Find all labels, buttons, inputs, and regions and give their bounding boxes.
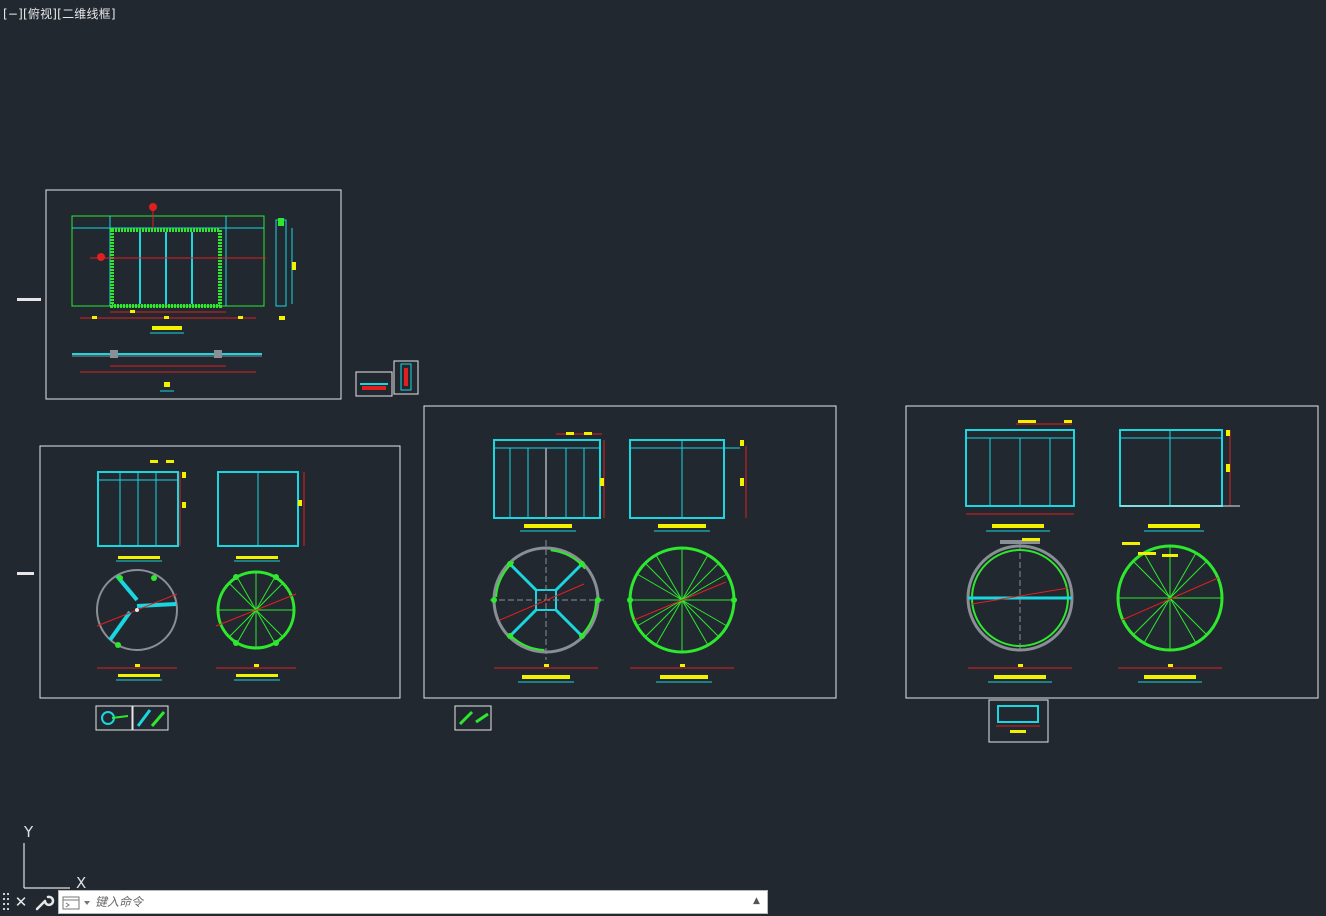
drawing-sheet-3 <box>423 405 837 699</box>
command-line-bar: ✕ ▲ <box>0 888 768 916</box>
ucs-y-label: Y <box>24 823 34 841</box>
ucs-axes-icon <box>23 843 70 889</box>
grip-handle-icon[interactable] <box>2 891 10 913</box>
expand-up-icon[interactable]: ▲ <box>753 896 763 908</box>
block-thumbnail-2[interactable] <box>393 360 419 395</box>
close-icon[interactable]: ✕ <box>12 892 30 912</box>
block-thumbnail-4[interactable] <box>132 705 169 731</box>
block-thumbnail-1[interactable] <box>355 371 393 397</box>
drawing-sheet-4 <box>905 405 1319 699</box>
block-thumbnail-6[interactable] <box>988 699 1049 743</box>
command-history-icon[interactable] <box>62 895 94 911</box>
command-input-container: ▲ <box>58 890 768 914</box>
drawing-sheet-1 <box>17 189 342 400</box>
block-thumbnail-3[interactable] <box>95 705 133 731</box>
drawing-sheet-2 <box>17 445 401 699</box>
command-input[interactable] <box>95 893 735 911</box>
drawing-canvas[interactable] <box>0 0 1326 916</box>
wrench-icon[interactable] <box>33 892 55 912</box>
block-thumbnail-5[interactable] <box>454 705 492 731</box>
